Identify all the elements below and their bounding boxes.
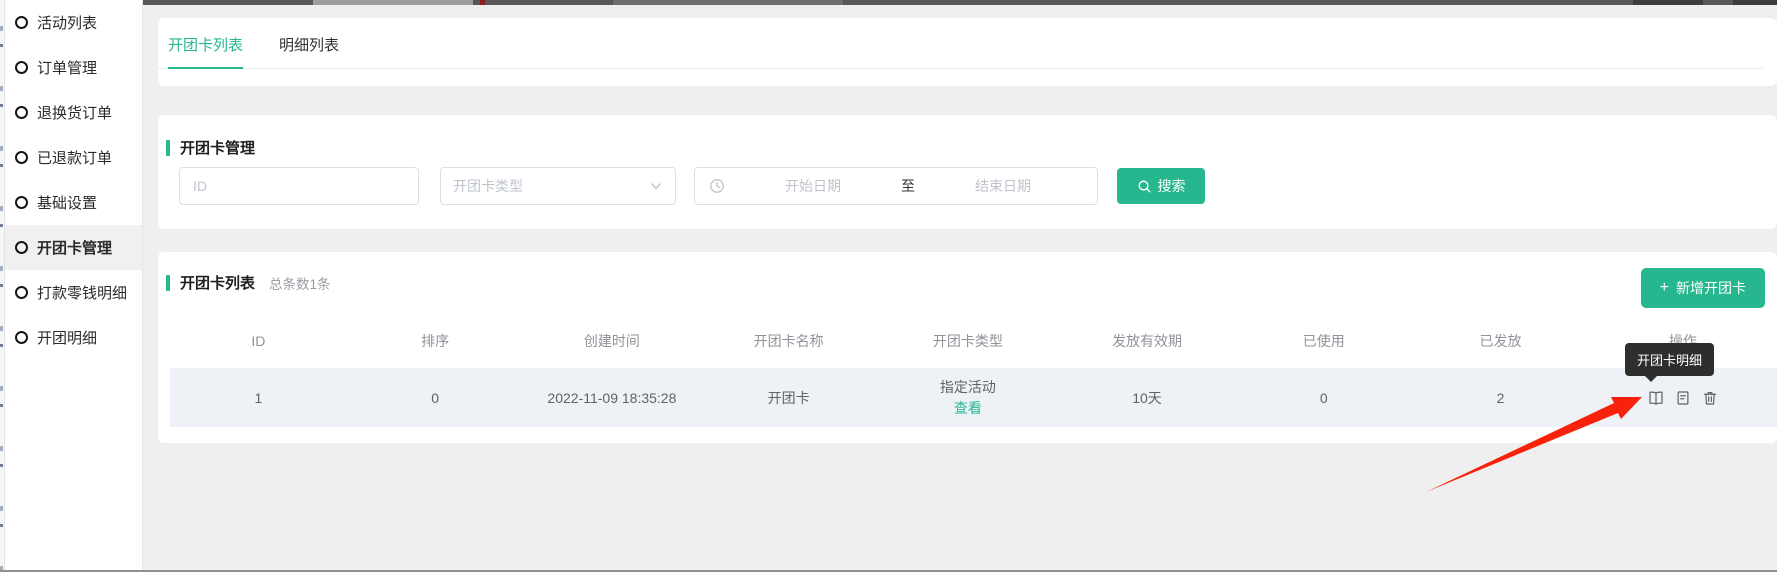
end-date-placeholder[interactable]: 结束日期: [923, 176, 1083, 196]
column-header-sort: 排序: [347, 331, 524, 351]
delete-trash-icon[interactable]: [1701, 389, 1719, 407]
circle-icon: [15, 151, 28, 164]
circle-icon: [15, 16, 28, 29]
search-section-title-text: 开团卡管理: [180, 137, 255, 158]
sidebar-item-order-management[interactable]: 订单管理: [5, 45, 142, 90]
cell-used: 0: [1235, 390, 1412, 406]
column-header-created-at: 创建时间: [524, 331, 701, 351]
sidebar-item-label: 打款零钱明细: [37, 282, 127, 303]
list-section-title: 开团卡列表: [166, 272, 255, 293]
circle-icon: [15, 196, 28, 209]
circle-icon: [15, 331, 28, 344]
cell-actions: [1589, 389, 1777, 407]
search-card: 开团卡管理 开团卡类型 开始日期 至 结束日期: [158, 115, 1777, 229]
column-header-card-type: 开团卡类型: [877, 331, 1059, 351]
sidebar-item-label: 开团明细: [37, 327, 97, 348]
card-type-text: 指定活动: [877, 377, 1059, 398]
date-separator: 至: [901, 176, 915, 196]
start-date-placeholder[interactable]: 开始日期: [733, 176, 893, 196]
circle-icon: [15, 286, 28, 299]
circle-icon: [15, 106, 28, 119]
date-range-picker[interactable]: 开始日期 至 结束日期: [694, 167, 1098, 205]
sidebar-item-label: 活动列表: [37, 12, 97, 33]
search-button[interactable]: 搜索: [1117, 168, 1205, 204]
group-card-detail-icon[interactable]: [1647, 389, 1665, 407]
sidebar-item-label: 基础设置: [37, 192, 97, 213]
sidebar-item-basic-settings[interactable]: 基础设置: [5, 180, 142, 225]
tab-detail-list[interactable]: 明细列表: [279, 34, 339, 68]
sidebar-item-activity-list[interactable]: 活动列表: [5, 0, 142, 45]
circle-icon: [15, 61, 28, 74]
sidebar-item-return-orders[interactable]: 退换货订单: [5, 90, 142, 135]
chevron-down-icon: [649, 179, 663, 193]
column-header-issued: 已发放: [1412, 331, 1589, 351]
add-group-card-button-label: 新增开团卡: [1676, 278, 1746, 298]
sidebar-item-label: 开团卡管理: [37, 237, 112, 258]
plus-icon: +: [1660, 279, 1669, 297]
title-accent-bar-icon: [166, 275, 170, 291]
column-header-validity: 发放有效期: [1059, 331, 1236, 351]
cell-id: 1: [170, 390, 347, 406]
tab-group-card-list[interactable]: 开团卡列表: [168, 34, 243, 68]
main-content: 开团卡列表 明细列表 开团卡管理 开团卡类型: [143, 0, 1777, 572]
id-input[interactable]: [179, 167, 419, 205]
tab-bar: 开团卡列表 明细列表: [158, 18, 1763, 69]
table-row: 1 0 2022-11-09 18:35:28 开团卡 指定活动 查看 10天 …: [170, 368, 1777, 427]
title-accent-bar-icon: [166, 140, 170, 156]
tabs-card: 开团卡列表 明细列表: [158, 18, 1777, 86]
sidebar-item-label: 退换货订单: [37, 102, 112, 123]
sidebar-item-group-card-management[interactable]: 开团卡管理: [5, 225, 142, 270]
card-type-select[interactable]: 开团卡类型: [440, 167, 676, 205]
tooltip-group-card-detail: 开团卡明细: [1625, 343, 1714, 376]
column-header-card-name: 开团卡名称: [700, 331, 877, 351]
sidebar-item-group-details[interactable]: 开团明细: [5, 315, 142, 360]
search-section-title: 开团卡管理: [166, 137, 255, 158]
list-section-header: 开团卡列表 总条数1条: [166, 272, 331, 293]
sidebar-item-label: 订单管理: [37, 57, 97, 78]
document-icon[interactable]: [1674, 389, 1692, 407]
cell-card-name: 开团卡: [700, 388, 877, 408]
cell-card-type: 指定活动 查看: [877, 377, 1059, 419]
table-card: 开团卡列表 总条数1条 + 新增开团卡 ID 排序 创建时间 开团卡名称 开团卡…: [158, 252, 1777, 443]
total-count-text: 总条数1条: [269, 273, 331, 293]
column-header-id: ID: [170, 333, 347, 349]
cell-sort: 0: [347, 390, 524, 406]
window-edge-artifact-top: [143, 0, 1777, 5]
sidebar-item-label: 已退款订单: [37, 147, 112, 168]
sidebar: 活动列表 订单管理 退换货订单 已退款订单 基础设置 开团卡管理 打款零钱明细: [5, 0, 143, 572]
search-icon: [1137, 179, 1152, 194]
cell-validity: 10天: [1059, 388, 1236, 408]
column-header-used: 已使用: [1235, 331, 1412, 351]
view-link[interactable]: 查看: [877, 398, 1059, 419]
cell-created-at: 2022-11-09 18:35:28: [524, 390, 701, 406]
add-group-card-button[interactable]: + 新增开团卡: [1641, 268, 1765, 308]
table-header-row: ID 排序 创建时间 开团卡名称 开团卡类型 发放有效期 已使用 已发放 操作: [170, 322, 1777, 360]
clock-icon: [709, 178, 725, 194]
sidebar-item-refunded-orders[interactable]: 已退款订单: [5, 135, 142, 180]
circle-icon: [15, 241, 28, 254]
app-window: 活动列表 订单管理 退换货订单 已退款订单 基础设置 开团卡管理 打款零钱明细: [0, 0, 1777, 572]
search-button-label: 搜索: [1158, 176, 1186, 196]
cell-issued: 2: [1412, 390, 1589, 406]
list-section-title-text: 开团卡列表: [180, 272, 255, 293]
sidebar-item-payment-change-details[interactable]: 打款零钱明细: [5, 270, 142, 315]
card-type-select-placeholder: 开团卡类型: [453, 176, 523, 196]
